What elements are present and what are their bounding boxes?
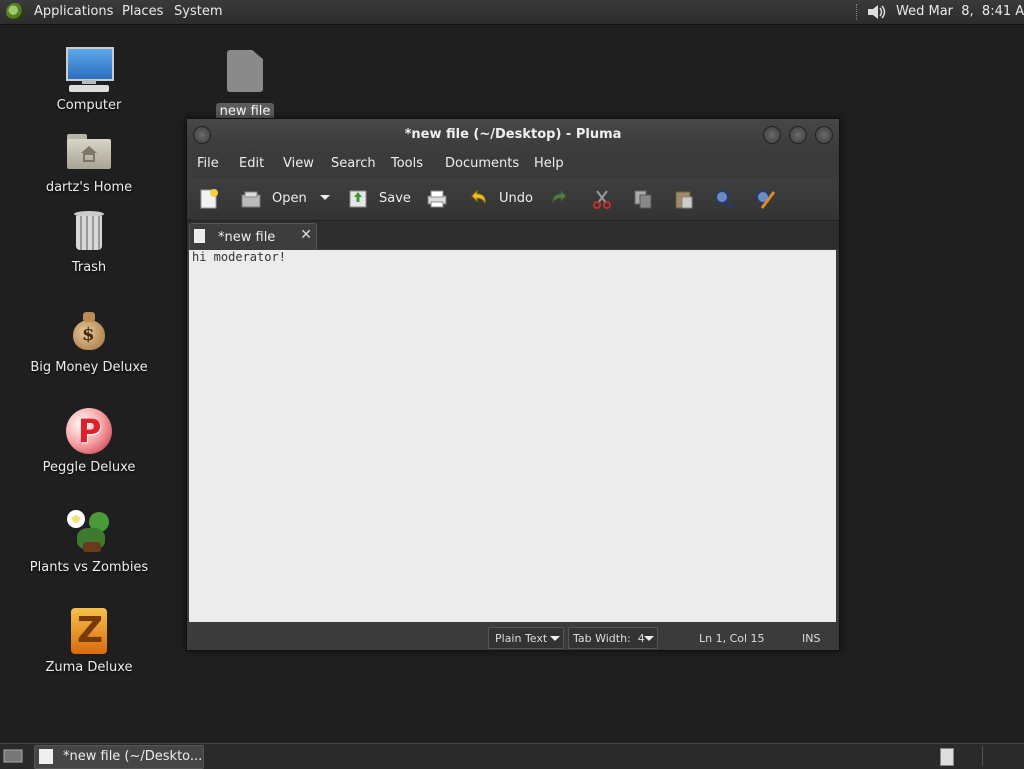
volume-icon[interactable]: [866, 3, 888, 21]
system-menu[interactable]: System: [174, 4, 222, 19]
panel-divider: [982, 746, 983, 766]
menu-tools[interactable]: Tools: [391, 156, 423, 171]
desktop-icon-home[interactable]: dartz's Home: [14, 128, 164, 195]
menu-help[interactable]: Help: [534, 156, 564, 171]
applications-menu[interactable]: Applications: [34, 4, 113, 19]
toolbar: Open Save Undo: [187, 178, 839, 221]
undo-button-label[interactable]: Undo: [499, 191, 533, 206]
desktop-icon-new-file[interactable]: new file: [170, 48, 320, 120]
chevron-down-icon: [550, 636, 560, 641]
menu-file[interactable]: File: [197, 156, 219, 171]
maximize-button[interactable]: [789, 126, 807, 144]
file-icon: [221, 48, 269, 96]
desktop-icon-label: Computer: [56, 98, 122, 113]
taskbar-button-pluma[interactable]: *new file (~/Deskto...: [34, 745, 204, 769]
cursor-position: Ln 1, Col 15: [699, 632, 765, 645]
open-button-label[interactable]: Open: [272, 191, 307, 206]
pluma-icon: [39, 749, 53, 764]
plants-vs-zombies-icon: [65, 508, 113, 556]
language-selector[interactable]: Plain Text: [488, 627, 564, 649]
desktop-icon-label: Peggle Deluxe: [42, 460, 136, 475]
panel-separator: [856, 4, 859, 20]
text-editor[interactable]: hi moderator!: [189, 250, 836, 622]
editor-line: hi moderator!: [192, 250, 286, 264]
desktop-icon-trash[interactable]: Trash: [14, 208, 164, 275]
tab-label: *new file: [218, 230, 276, 245]
workspace-switcher[interactable]: [940, 748, 954, 766]
undo-icon[interactable]: [466, 188, 488, 210]
menu-bar: File Edit View Search Tools Documents He…: [187, 150, 839, 178]
close-button[interactable]: [815, 126, 833, 144]
top-panel: Applications Places System Wed Mar 8, 8:…: [0, 0, 1024, 25]
bottom-panel: *new file (~/Deskto...: [0, 743, 1024, 769]
desktop-icon-label: Big Money Deluxe: [30, 360, 148, 375]
copy-icon[interactable]: [632, 188, 654, 210]
computer-icon: [65, 46, 114, 94]
new-document-icon[interactable]: [198, 188, 220, 210]
home-folder-icon: [65, 128, 113, 176]
desktop-icon-plants-vs-zombies[interactable]: Plants vs Zombies: [14, 508, 164, 575]
insert-mode: INS: [802, 632, 821, 645]
mate-logo-icon[interactable]: [6, 3, 24, 21]
places-menu[interactable]: Places: [122, 4, 163, 19]
open-recent-dropdown-icon[interactable]: [320, 195, 330, 200]
save-button-label[interactable]: Save: [379, 191, 411, 206]
find-icon[interactable]: [713, 188, 735, 210]
tab-bar: *new file ✕: [187, 221, 839, 250]
desktop-icon-computer[interactable]: Computer: [14, 46, 164, 113]
find-replace-icon[interactable]: [754, 188, 776, 210]
desktop-icon-label: Plants vs Zombies: [29, 560, 149, 575]
tab-close-icon[interactable]: ✕: [300, 227, 312, 243]
desktop-icon-zuma[interactable]: Z Zuma Deluxe: [14, 608, 164, 675]
money-bag-icon: $: [65, 308, 113, 356]
clock[interactable]: Wed Mar 8, 8:41 AM: [896, 4, 1024, 19]
language-label: Plain Text: [495, 632, 548, 645]
menu-view[interactable]: View: [283, 156, 314, 171]
minimize-button[interactable]: [763, 126, 781, 144]
tab-width-label: Tab Width: 4: [573, 632, 645, 645]
title-bar[interactable]: *new file (~/Desktop) - Pluma: [187, 119, 839, 150]
cut-icon[interactable]: [591, 188, 613, 210]
menu-search[interactable]: Search: [331, 156, 376, 171]
zuma-icon: Z: [65, 608, 113, 656]
redo-icon[interactable]: [550, 188, 572, 210]
paste-icon[interactable]: [673, 188, 695, 210]
menu-documents[interactable]: Documents: [445, 156, 519, 171]
save-icon[interactable]: [347, 188, 369, 210]
desktop-icon-label: dartz's Home: [45, 180, 133, 195]
desktop-icon-peggle[interactable]: P Peggle Deluxe: [14, 408, 164, 475]
desktop-icon-label: Trash: [71, 260, 107, 275]
status-bar: Plain Text Tab Width: 4 Ln 1, Col 15 INS: [187, 623, 839, 650]
tab-new-file[interactable]: *new file ✕: [189, 223, 317, 250]
trash-icon: [65, 208, 113, 256]
pluma-window: *new file (~/Desktop) - Pluma File Edit …: [186, 118, 840, 651]
desktop-icon-big-money[interactable]: $ Big Money Deluxe: [14, 308, 164, 375]
document-icon: [194, 229, 205, 243]
taskbar-label: *new file (~/Deskto...: [63, 749, 203, 764]
tab-width-selector[interactable]: Tab Width: 4: [568, 627, 658, 649]
menu-edit[interactable]: Edit: [239, 156, 264, 171]
peggle-icon: P: [65, 408, 113, 456]
open-icon[interactable]: [240, 188, 262, 210]
window-title: *new file (~/Desktop) - Pluma: [404, 127, 622, 142]
chevron-down-icon: [644, 636, 654, 641]
show-desktop-icon[interactable]: [3, 748, 23, 764]
desktop-icon-label: Zuma Deluxe: [45, 660, 133, 675]
print-icon[interactable]: [426, 188, 448, 210]
